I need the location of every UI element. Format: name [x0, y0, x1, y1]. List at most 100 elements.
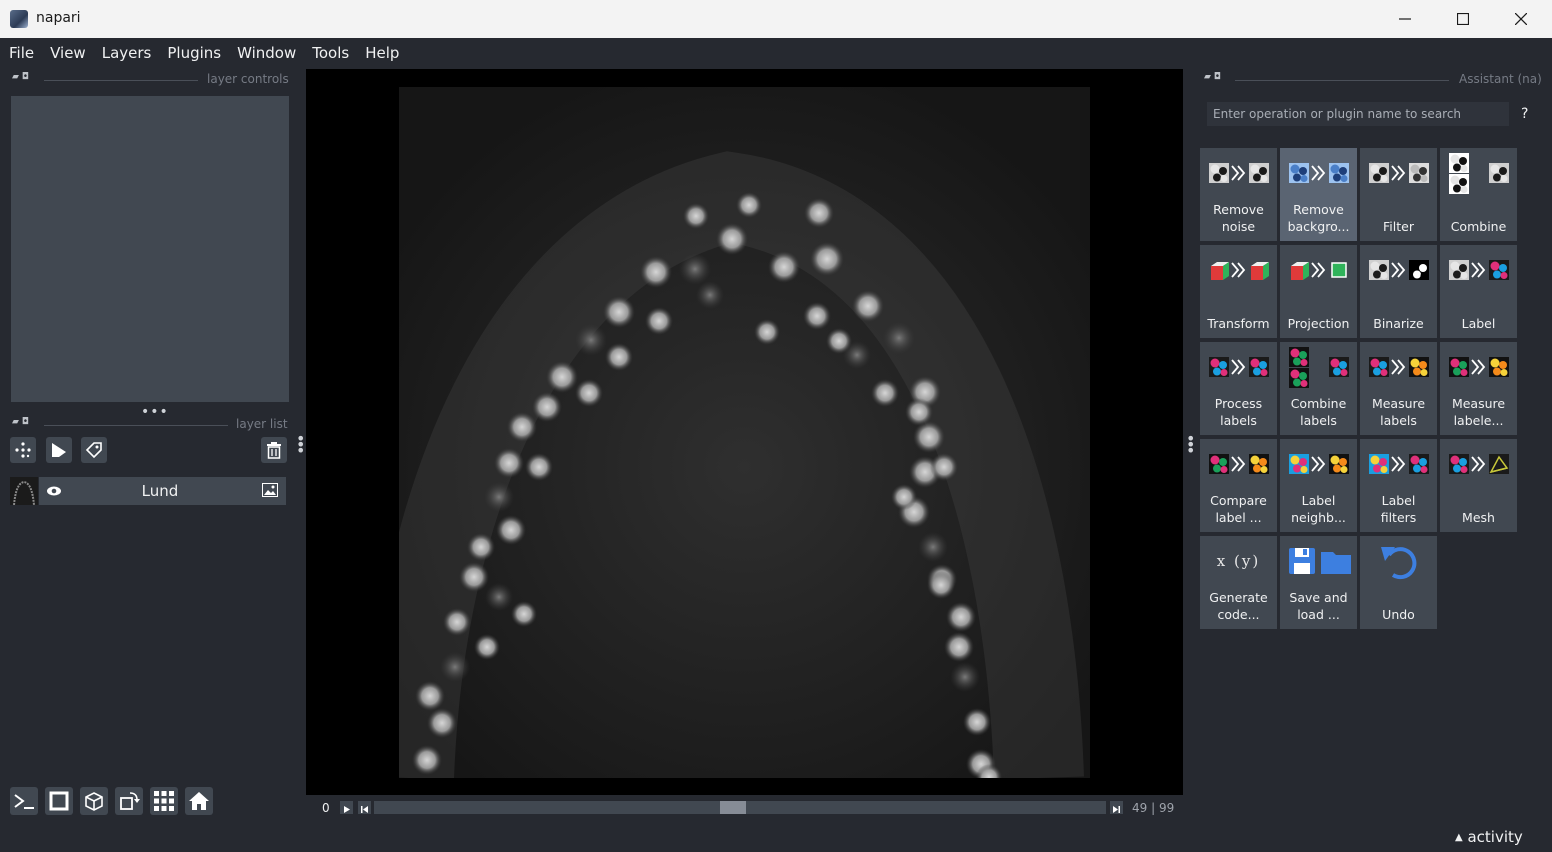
tile-undo[interactable]: Undo [1360, 536, 1437, 629]
tile-label-neighbors[interactable]: Label neighb... [1280, 439, 1357, 532]
console-button[interactable] [10, 787, 38, 815]
grid-icon [154, 791, 174, 811]
roll-axes-button[interactable] [80, 787, 108, 815]
tile-label: Binarize [1373, 316, 1424, 331]
dock-float-icon-2[interactable]: ▰ ◘ [12, 417, 29, 427]
delete-layer-button[interactable] [261, 437, 287, 463]
tile-label: Combine [1450, 219, 1507, 234]
tile-label: Undo [1382, 607, 1415, 622]
layer-list-header: ▰ ◘ layer list [0, 417, 300, 433]
binarize-icon [1360, 249, 1437, 291]
layer-controls-header: ▰ ◘ layer controls [0, 72, 300, 88]
menu-window[interactable]: Window [230, 44, 303, 62]
tile-mesh[interactable]: Mesh [1440, 439, 1517, 532]
menu-layers[interactable]: Layers [95, 44, 159, 62]
tile-transform[interactable]: Transform [1200, 245, 1277, 338]
tile-label[interactable]: Label [1440, 245, 1517, 338]
left-dock-resize-handle[interactable]: • • • [296, 431, 305, 459]
projection-icon [1280, 249, 1357, 291]
menu-plugins[interactable]: Plugins [160, 44, 228, 62]
tile-label-filters[interactable]: Label filters [1360, 439, 1437, 532]
assistant-title: Assistant (na) [1459, 72, 1542, 86]
tile-compare-labels[interactable]: Compare label ... [1200, 439, 1277, 532]
grid-view-button[interactable] [150, 787, 178, 815]
tile-label: Measure labele... [1451, 396, 1506, 428]
remove-noise-icon [1200, 152, 1277, 194]
measure-labels-icon [1360, 346, 1437, 388]
slider-track[interactable] [374, 801, 1106, 814]
help-button[interactable]: ? [1521, 106, 1528, 122]
combine-icon [1440, 152, 1517, 194]
title-bar: napari [0, 0, 1552, 39]
frame-current-label: 0 [322, 801, 330, 815]
operation-search-input[interactable] [1207, 102, 1509, 126]
tile-save-and-load[interactable]: Save and load ... [1280, 536, 1357, 629]
new-points-layer-button[interactable] [10, 437, 36, 463]
minimize-button[interactable] [1376, 0, 1434, 38]
dims-slider: 0 49 | 99 [306, 795, 1183, 823]
layer-controls-title: layer controls [207, 72, 289, 86]
tile-generate-code[interactable]: x (y) Generate code... [1200, 536, 1277, 629]
process-labels-icon [1200, 346, 1277, 388]
tile-process-labels[interactable]: Process labels [1200, 342, 1277, 435]
tile-label: Save and load ... [1289, 590, 1348, 622]
viewer-canvas[interactable] [306, 69, 1183, 795]
tile-binarize[interactable]: Binarize [1360, 245, 1437, 338]
operation-grid: Remove noise Remove backgro... Filter Co… [1200, 148, 1520, 632]
menu-file[interactable]: File [2, 44, 41, 62]
frame-value: 49 [1132, 801, 1148, 815]
jump-start-button[interactable] [358, 801, 371, 814]
jump-end-button[interactable] [1110, 801, 1123, 814]
menu-bar: File View Layers Plugins Window Tools He… [0, 38, 1552, 68]
tile-remove-background[interactable]: Remove backgro... [1280, 148, 1357, 241]
menu-tools[interactable]: Tools [305, 44, 356, 62]
save-and-load-icon [1280, 540, 1357, 582]
undo-icon [1360, 540, 1437, 582]
new-shapes-layer-button[interactable] [46, 437, 72, 463]
home-button[interactable] [185, 787, 213, 815]
menu-view[interactable]: View [43, 44, 93, 62]
label-filters-icon [1360, 443, 1437, 485]
shapes-layer-icon [52, 443, 66, 457]
tile-measure-labels[interactable]: Measure labels [1360, 342, 1437, 435]
skip-back-icon [361, 806, 368, 813]
transform-icon [1200, 249, 1277, 291]
tile-label: Compare label ... [1210, 493, 1267, 525]
frame-max: 99 [1158, 801, 1175, 815]
layer-item[interactable]: Lund [10, 477, 286, 505]
transpose-button[interactable] [115, 787, 143, 815]
assistant-header: ▰ ◘ Assistant (na) [1195, 72, 1552, 88]
tile-projection[interactable]: Projection [1280, 245, 1357, 338]
tile-filter[interactable]: Filter [1360, 148, 1437, 241]
dock-float-icon-3[interactable]: ▰ ◘ [1204, 72, 1221, 82]
layer-name[interactable]: Lund [60, 482, 260, 500]
tile-combine-labels[interactable]: Combine labels [1280, 342, 1357, 435]
tile-label: Remove backgro... [1287, 202, 1350, 234]
napari-app-icon [10, 10, 28, 28]
2d-3d-toggle-icon [49, 791, 69, 811]
tile-combine[interactable]: Combine [1440, 148, 1517, 241]
menu-help[interactable]: Help [358, 44, 406, 62]
roll-axes-icon [85, 792, 103, 811]
tile-label: Remove noise [1213, 202, 1264, 234]
image-icon [262, 483, 278, 497]
maximize-button[interactable] [1434, 0, 1492, 38]
points-layer-icon [15, 442, 31, 458]
caret-up-icon: ▲ [1455, 832, 1463, 843]
tile-label: Filter [1383, 219, 1414, 234]
remove-background-icon [1280, 152, 1357, 194]
tile-measure-labeled[interactable]: Measure labele... [1440, 342, 1517, 435]
ndisplay-button[interactable] [45, 787, 73, 815]
play-button[interactable] [340, 801, 353, 814]
layer-list-title: layer list [236, 417, 288, 431]
measure-labeled-icon [1440, 346, 1517, 388]
close-button[interactable] [1492, 0, 1550, 38]
dock-float-icon[interactable]: ▰ ◘ [12, 72, 29, 82]
tile-label: Process labels [1214, 396, 1263, 428]
transpose-icon [120, 792, 140, 810]
slider-thumb[interactable] [720, 801, 746, 814]
new-labels-layer-button[interactable] [81, 437, 107, 463]
activity-toggle[interactable]: ▲ activity [1455, 828, 1523, 846]
right-dock-resize-handle[interactable]: • • • [1186, 431, 1195, 459]
tile-remove-noise[interactable]: Remove noise [1200, 148, 1277, 241]
